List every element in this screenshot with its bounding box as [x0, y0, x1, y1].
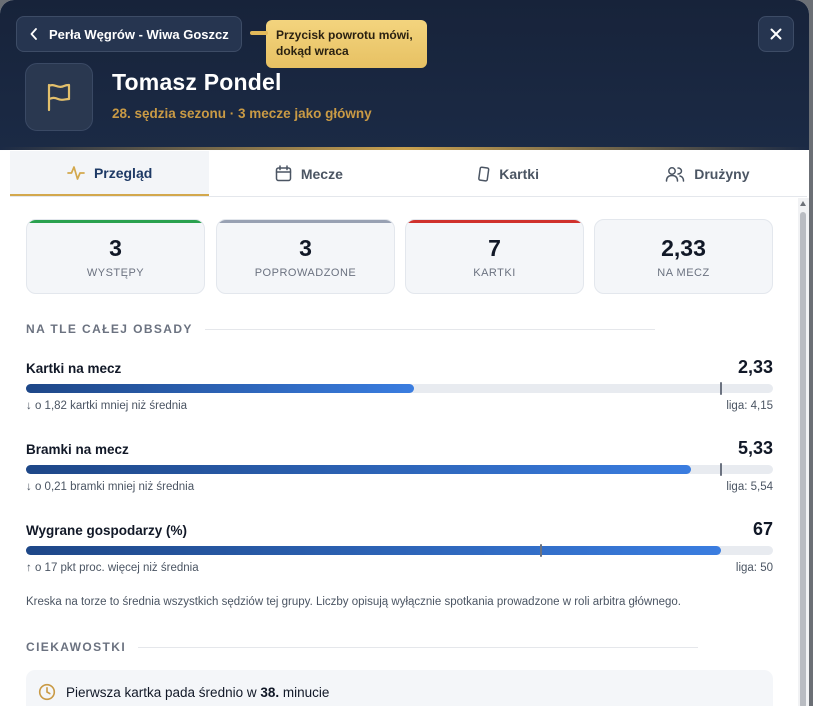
metric-track	[26, 382, 773, 395]
metric-label: Kartki na mecz	[26, 361, 122, 376]
clock-icon	[38, 683, 56, 701]
stat-label: NA MECZ	[657, 267, 710, 279]
fact-text: Pierwsza kartka pada średnio w 38. minuc…	[66, 685, 329, 700]
close-icon	[770, 28, 782, 40]
metric-value: 2,33	[737, 357, 773, 377]
fact-text-after: minucie	[279, 684, 330, 700]
stat-card-cards: 7 KARTKI	[405, 219, 584, 294]
section-title-facts: CIEKAWOSTKI	[26, 640, 699, 654]
metric-fill	[26, 465, 691, 474]
card-icon	[478, 165, 490, 182]
stat-label: POPROWADZONE	[254, 267, 357, 279]
section-title-text: CIEKAWOSTKI	[26, 640, 127, 654]
flag-icon	[47, 83, 71, 112]
stat-value: 3	[299, 235, 312, 261]
metric-label: Wygrane gospodarzy (%)	[26, 523, 188, 538]
metric-fill	[26, 546, 721, 555]
league-average-marker	[719, 382, 722, 395]
scrollbar[interactable]	[798, 198, 809, 706]
stat-accent-line	[27, 220, 204, 223]
tab-matches[interactable]: Mecze	[209, 151, 408, 196]
scroll-up-arrow-icon[interactable]	[800, 201, 806, 206]
tab-overview-label: Przegląd	[93, 164, 153, 181]
divider	[138, 646, 699, 648]
metric-diff-text: o 17 pkt proc. więcej niż średnia	[34, 562, 199, 574]
fact-highlight: 38.	[260, 684, 280, 700]
metric-track	[26, 463, 773, 476]
tab-cards-label: Kartki	[499, 165, 539, 182]
tab-teams[interactable]: Drużyny	[608, 151, 807, 196]
tab-cards[interactable]: Kartki	[409, 151, 608, 196]
stat-label: KARTKI	[473, 267, 516, 279]
activity-icon	[67, 165, 85, 180]
avatar	[25, 63, 93, 131]
metric-league-average: liga: 50	[735, 562, 773, 574]
users-icon	[666, 166, 685, 182]
tab-bar: Przegląd Mecze Kartki Drużyny	[10, 151, 807, 197]
league-average-marker	[719, 463, 722, 476]
tab-overview[interactable]: Przegląd	[10, 151, 210, 196]
metric-league-average: liga: 4,15	[726, 400, 773, 412]
stat-value: 3	[109, 235, 122, 261]
metric-label: Bramki na mecz	[26, 442, 129, 457]
back-tooltip: Przycisk powrotu mówi, dokąd wraca	[250, 20, 427, 68]
tab-teams-label: Drużyny	[694, 165, 750, 182]
diff-arrow-icon: ↓	[26, 481, 32, 493]
comparison-note: Kreska na torze to średnia wszystkich sę…	[26, 596, 681, 608]
metric-diff: ↓ o 1,82 kartki mniej niż średnia	[26, 400, 187, 412]
tab-matches-label: Mecze	[300, 165, 343, 182]
stat-card-officiated: 3 POPROWADZONE	[216, 219, 395, 294]
referee-subtitle: 28. sędzia sezonu · 3 mecze jako główny	[112, 106, 372, 121]
fact-item: Pierwsza kartka pada średnio w 38. minuc…	[26, 670, 773, 706]
metric-home-wins: Wygrane gospodarzy (%) 67 ↑ o 17 pkt pro…	[26, 518, 773, 578]
diff-arrow-icon: ↓	[26, 400, 32, 412]
scrollbar-thumb[interactable]	[800, 212, 806, 706]
back-button[interactable]: Perła Węgrów - Wiwa Goszcz	[16, 16, 242, 52]
close-button[interactable]	[758, 16, 794, 52]
stat-value: 2,33	[661, 235, 706, 261]
referee-name: Tomasz Pondel	[112, 69, 282, 95]
metric-value: 67	[752, 519, 773, 539]
divider	[204, 328, 655, 330]
stat-value: 7	[488, 235, 501, 261]
metric-track	[26, 544, 773, 557]
fact-text-before: Pierwsza kartka pada średnio w	[66, 684, 261, 700]
metric-value: 5,33	[737, 438, 773, 458]
metric-cards-per-match: Kartki na mecz 2,33 ↓ o 1,82 kartki mnie…	[26, 356, 773, 416]
metric-diff-text: o 0,21 bramki mniej niż średnia	[34, 481, 195, 493]
stat-accent-line	[406, 220, 583, 223]
overview-content: 3 WYSTĘPY 3 POPROWADZONE 7 KARTKI 2,33 N…	[0, 198, 798, 706]
metric-diff-text: o 1,82 kartki mniej niż średnia	[34, 400, 188, 412]
referee-modal: Perła Węgrów - Wiwa Goszcz Przycisk powr…	[0, 0, 809, 706]
stat-card-appearances: 3 WYSTĘPY	[26, 219, 205, 294]
stat-card-per-match: 2,33 NA MECZ	[594, 219, 773, 294]
stat-label: WYSTĘPY	[86, 267, 145, 279]
chevron-left-icon	[30, 28, 37, 40]
diff-arrow-icon: ↑	[26, 562, 32, 574]
back-button-label: Perła Węgrów - Wiwa Goszcz	[49, 26, 229, 42]
metric-goals-per-match: Bramki na mecz 5,33 ↓ o 0,21 bramki mnie…	[26, 437, 773, 497]
modal-header: Perła Węgrów - Wiwa Goszcz Przycisk powr…	[0, 0, 809, 150]
metric-league-average: liga: 5,54	[726, 481, 773, 493]
metric-diff: ↓ o 0,21 bramki mniej niż średnia	[26, 481, 194, 493]
metric-fill	[26, 384, 415, 393]
stat-accent-line	[217, 220, 394, 223]
calendar-icon	[275, 165, 292, 182]
metric-diff: ↑ o 17 pkt proc. więcej niż średnia	[26, 562, 199, 574]
section-title-text: NA TLE CAŁEJ OBSADY	[26, 322, 193, 336]
section-title-comparison: NA TLE CAŁEJ OBSADY	[26, 322, 655, 336]
